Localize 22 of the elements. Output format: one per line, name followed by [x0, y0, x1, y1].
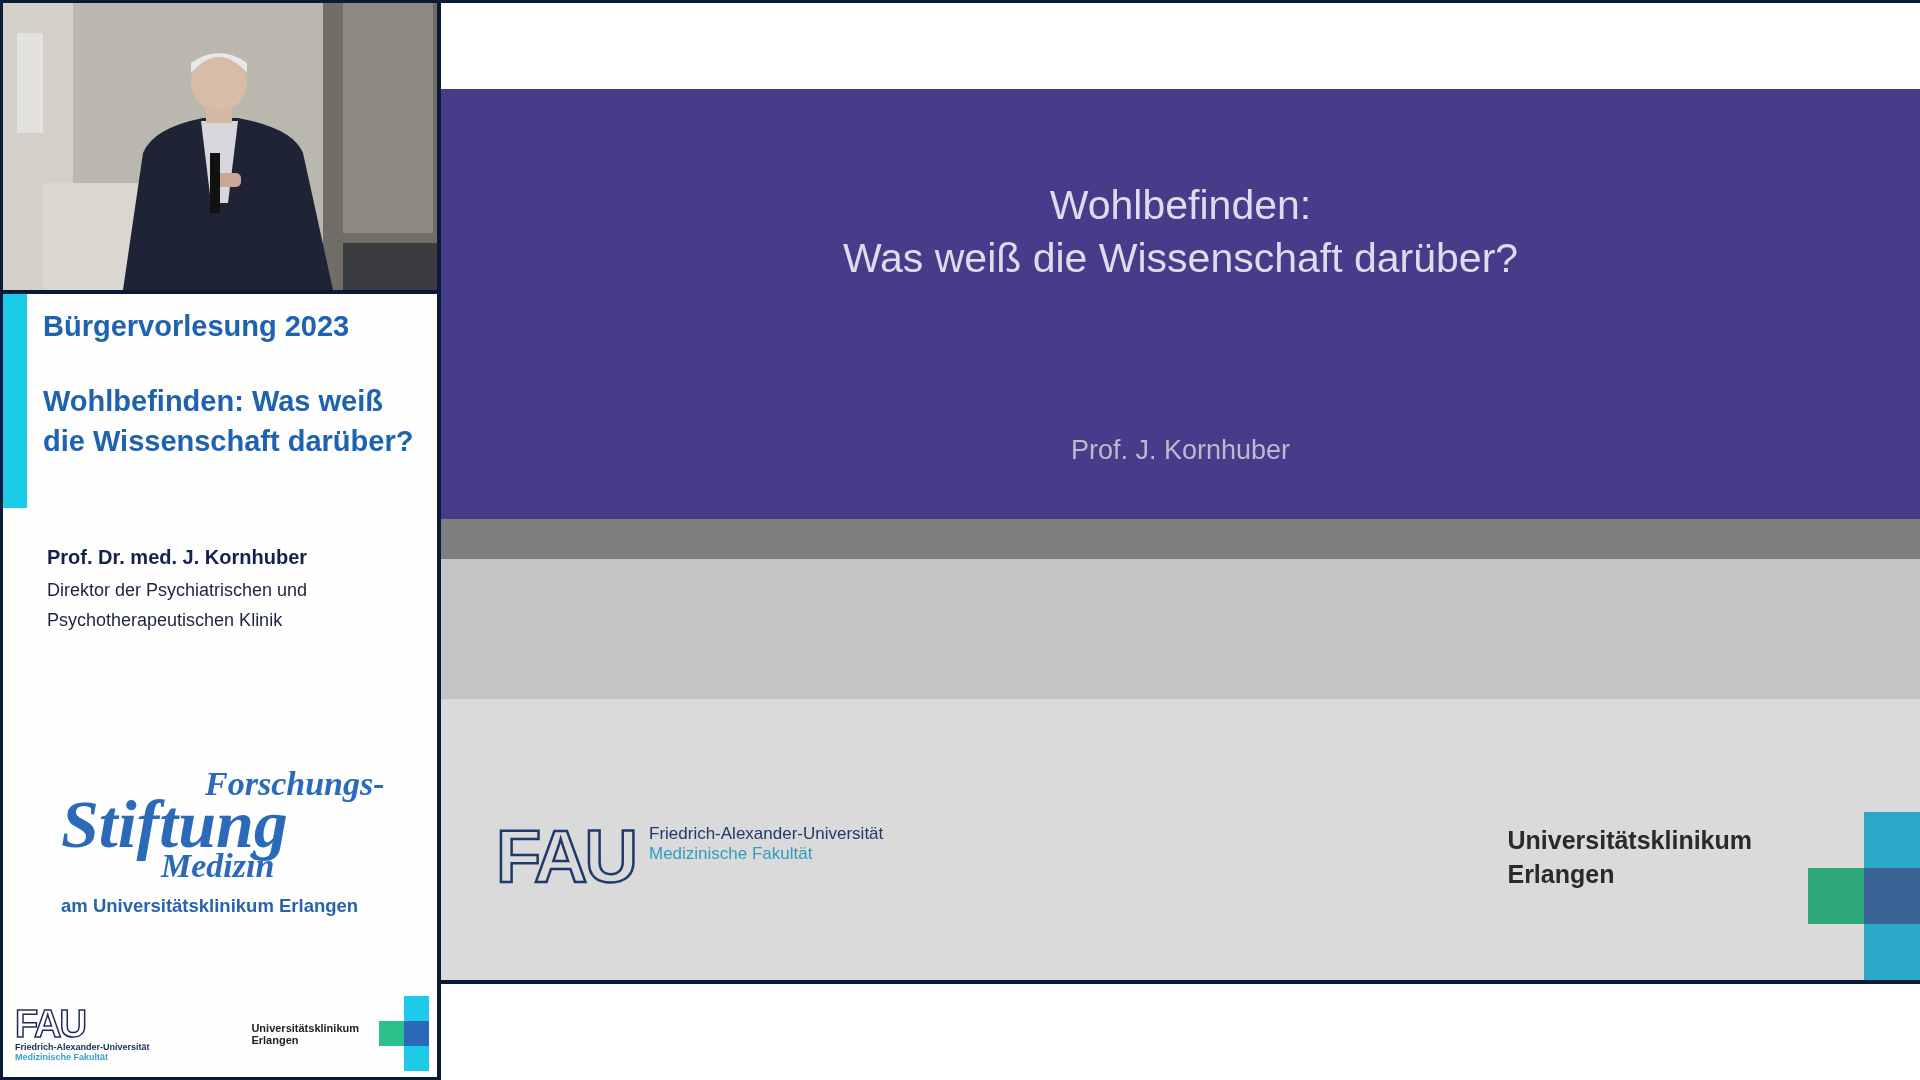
- slide-title: Wohlbefinden:: [1049, 181, 1312, 230]
- cross-logo-icon: [379, 996, 429, 1071]
- clinic-name: Erlangen: [1507, 858, 1616, 890]
- lecture-title: Wohlbefinden: Was weiß: [43, 384, 384, 419]
- series-title: Bürgervorlesung 2023: [43, 310, 351, 343]
- university-name: Friedrich-Alexander-Universität: [15, 1041, 150, 1052]
- faculty-name: Medizinische Fakultät: [15, 1051, 110, 1062]
- clinic-name: Universitätsklinikum: [251, 1021, 359, 1034]
- slide-author: Prof. J. Kornhuber: [1070, 435, 1291, 466]
- cross-logo-icon: [1808, 812, 1920, 980]
- university-name: Friedrich-Alexander-Universität: [649, 823, 884, 844]
- fau-logo: FAU: [15, 1005, 85, 1042]
- foundation-subtitle: am Universitätsklinikum Erlangen: [61, 895, 360, 917]
- clinic-name: Erlangen: [251, 1033, 300, 1046]
- speaker-role: Psychotherapeutischen Klinik: [47, 609, 284, 632]
- fau-logo: FAU: [496, 821, 635, 892]
- faculty-name: Medizinische Fakultät: [649, 843, 814, 864]
- clinic-name: Universitätsklinikum: [1507, 824, 1752, 856]
- lecture-title: die Wissenschaft darüber?: [43, 424, 414, 459]
- slide-title: Was weiß die Wissenschaft darüber?: [842, 234, 1519, 283]
- speaker-role: Direktor der Psychiatrischen und: [47, 579, 309, 602]
- speaker-name: Prof. Dr. med. J. Kornhuber: [47, 546, 309, 569]
